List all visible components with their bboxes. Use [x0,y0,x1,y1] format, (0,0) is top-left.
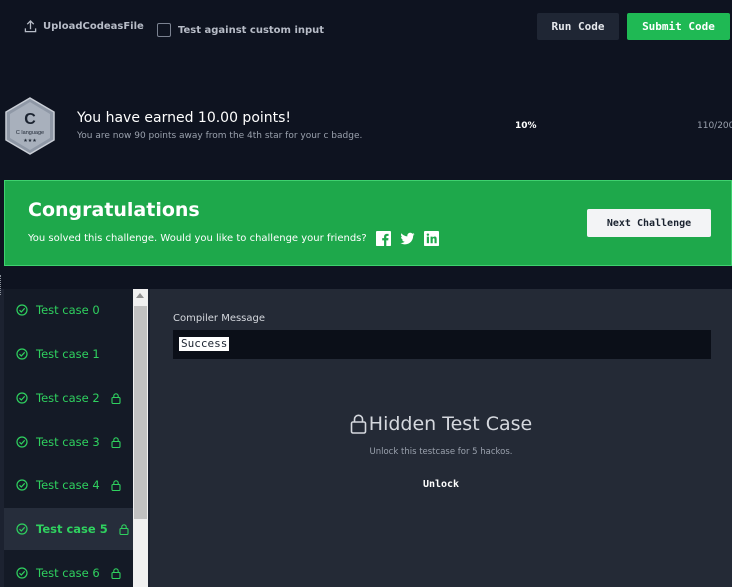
scrollbar-thumb[interactable] [134,306,147,519]
twitter-icon[interactable] [400,231,415,246]
progress-count: 110/200 [697,121,732,131]
top-toolbar: UploadCodeasFile Test against custom inp… [0,0,732,60]
compiler-message-box: Success [173,330,711,359]
check-circle-icon [16,348,28,360]
progress-percent: 10% [515,121,537,131]
test-case-label: Test case 5 [36,522,108,536]
test-case-detail: Compiler Message Success Hidden Test Cas… [150,289,732,587]
check-circle-icon [16,392,28,404]
badge-stars: ★★★ [23,138,37,144]
check-circle-icon [16,567,28,579]
facebook-icon[interactable] [375,231,391,246]
lock-icon [111,479,121,491]
points-title: You have earned 10.00 points! [77,110,292,126]
custom-input-checkbox[interactable] [157,23,171,37]
submit-code-button[interactable]: Submit Code [627,13,730,40]
test-case-4[interactable]: Test case 4 [4,464,133,506]
c-language-badge: C C language ★★★ [4,97,56,155]
hidden-test-case-title: Hidden Test Case [368,413,533,435]
badge-language: C language [16,130,44,136]
test-case-scrollbar[interactable] [133,289,148,587]
custom-input-label: Test against custom input [178,24,325,36]
test-case-5[interactable]: Test case 5 [4,508,133,550]
hidden-test-case-heading: Hidden Test Case [150,413,732,435]
upload-icon [24,20,37,33]
upload-code-button[interactable]: UploadCodeasFile [24,20,144,33]
points-subtitle: You are now 90 points away from the 4th … [77,131,363,141]
resize-handle[interactable] [0,275,2,295]
run-code-button[interactable]: Run Code [537,13,619,40]
upload-label: UploadCodeasFile [43,21,144,32]
lock-icon [350,414,367,434]
badge-letter: C [24,111,36,128]
challenge-friends-row: You solved this challenge. Would you lik… [28,231,439,246]
lock-icon [119,523,129,535]
challenge-friends-text: You solved this challenge. Would you lik… [28,233,367,244]
check-circle-icon [16,479,28,491]
test-case-label: Test case 3 [36,435,100,449]
lock-icon [111,436,121,448]
test-case-label: Test case 1 [36,347,100,361]
test-case-1[interactable]: Test case 1 [4,333,133,375]
test-case-0[interactable]: Test case 0 [4,289,133,331]
lock-icon [111,567,121,579]
custom-input-toggle[interactable]: Test against custom input [157,23,324,37]
test-case-3[interactable]: Test case 3 [4,421,133,463]
test-case-label: Test case 0 [36,303,100,317]
linkedin-icon[interactable] [423,231,439,246]
compiler-message-value: Success [179,337,230,351]
compiler-message-label: Compiler Message [173,313,266,324]
test-case-2[interactable]: Test case 2 [4,377,133,419]
check-circle-icon [16,304,28,316]
test-results-panel: Test case 0 Test case 1 Test case 2 Test… [0,289,732,587]
congratulations-banner: Congratulations You solved this challeng… [4,180,732,266]
test-case-label: Test case 4 [36,478,100,492]
congratulations-title: Congratulations [28,199,200,221]
test-case-list: Test case 0 Test case 1 Test case 2 Test… [4,289,133,587]
unlock-button[interactable]: Unlock [150,479,732,490]
lock-icon [111,392,121,404]
test-case-6[interactable]: Test case 6 [4,552,133,587]
test-case-label: Test case 2 [36,391,100,405]
scroll-up-arrow-icon[interactable] [136,293,144,298]
hidden-test-case-subtitle: Unlock this testcase for 5 hackos. [369,447,513,457]
badge-hexagon-icon: C C language ★★★ [5,97,55,155]
next-challenge-button[interactable]: Next Challenge [587,209,711,237]
test-case-label: Test case 6 [36,566,100,580]
check-circle-icon [16,523,28,535]
check-circle-icon [16,436,28,448]
